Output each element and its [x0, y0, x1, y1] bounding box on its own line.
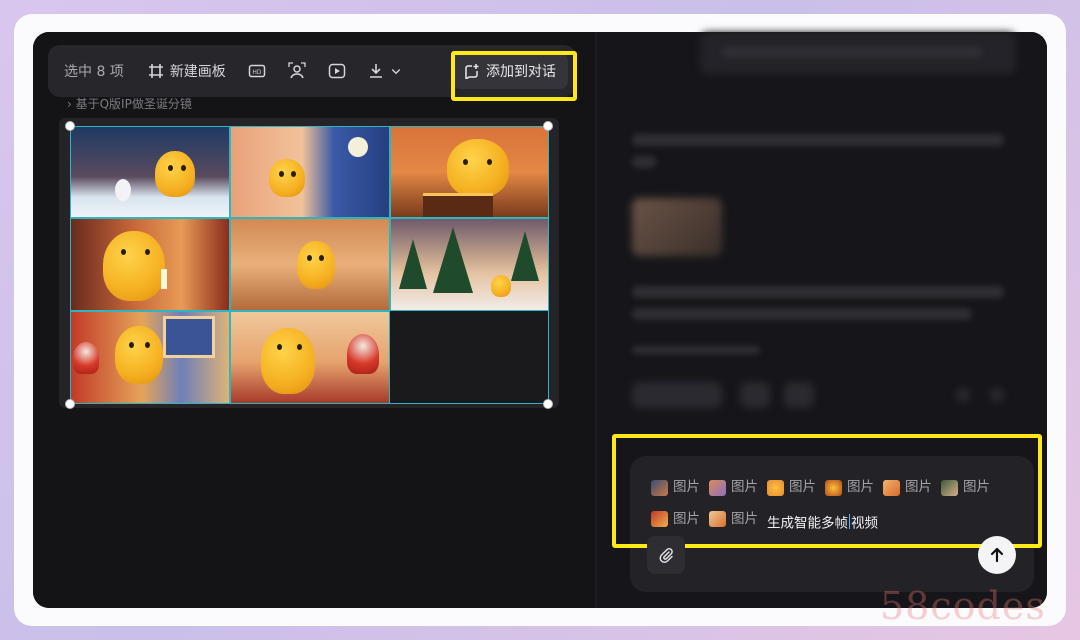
image-reference-chip[interactable]: 图片 — [767, 474, 816, 501]
selection-toolbar: 选中 8 项 新建画板 HD 添加到对话 — [48, 45, 576, 97]
new-board-button[interactable]: 新建画板 — [148, 61, 226, 81]
image-thumbnail — [825, 479, 842, 496]
resize-handle-top-left[interactable] — [65, 121, 75, 131]
image-reference-chip[interactable]: 图片 — [941, 474, 990, 501]
resize-handle-top-right[interactable] — [543, 121, 553, 131]
portrait-icon[interactable] — [288, 62, 306, 80]
arrow-up-icon — [990, 547, 1004, 563]
board-breadcrumb[interactable]: › 基于Q版IP做圣诞分镜 — [67, 95, 192, 112]
text-caret — [849, 514, 850, 529]
image-thumbnail — [767, 479, 784, 496]
svg-text:HD: HD — [252, 69, 262, 76]
frame-icon — [148, 64, 163, 78]
resize-handle-bottom-right[interactable] — [543, 399, 553, 409]
image-thumbnail — [883, 479, 900, 496]
resize-handle-bottom-left[interactable] — [65, 399, 75, 409]
prompt-text-before-caret: 生成智能多帧 — [767, 515, 848, 531]
new-board-label: 新建画板 — [169, 64, 226, 80]
image-thumbnail — [941, 479, 958, 496]
download-icon — [369, 64, 382, 78]
image-reference-chip[interactable]: 图片 — [825, 474, 874, 501]
hd-icon[interactable]: HD — [248, 62, 266, 80]
selection-frame[interactable] — [70, 126, 549, 404]
image-thumbnail — [709, 479, 726, 496]
paperclip-icon — [659, 547, 673, 563]
selection-count: 选中 8 项 — [64, 64, 124, 80]
add-to-chat-button[interactable]: 添加到对话 — [452, 53, 568, 89]
prompt-input[interactable]: 图片 图片 图片 图片 图片 图片 图片 图片 生成智能多帧 视频 — [651, 474, 1021, 537]
add-to-chat-label: 添加到对话 — [486, 64, 556, 80]
image-reference-chip[interactable]: 图片 — [883, 474, 932, 501]
play-video-icon[interactable] — [328, 62, 346, 80]
image-reference-chip[interactable]: 图片 — [651, 506, 700, 533]
image-reference-chip[interactable]: 图片 — [709, 506, 758, 533]
image-reference-chip[interactable]: 图片 — [651, 474, 700, 501]
send-button[interactable] — [978, 536, 1016, 574]
chevron-down-icon — [391, 69, 401, 75]
chat-add-icon — [465, 64, 479, 79]
watermark-text: 58codes — [880, 584, 1046, 628]
attach-file-button[interactable] — [647, 536, 685, 574]
download-button[interactable] — [368, 63, 402, 79]
prompt-text-after-caret: 视频 — [851, 515, 878, 531]
image-thumbnail — [709, 511, 726, 527]
image-thumbnail — [651, 479, 668, 496]
image-thumbnail — [651, 511, 668, 527]
image-reference-chip[interactable]: 图片 — [709, 474, 758, 501]
